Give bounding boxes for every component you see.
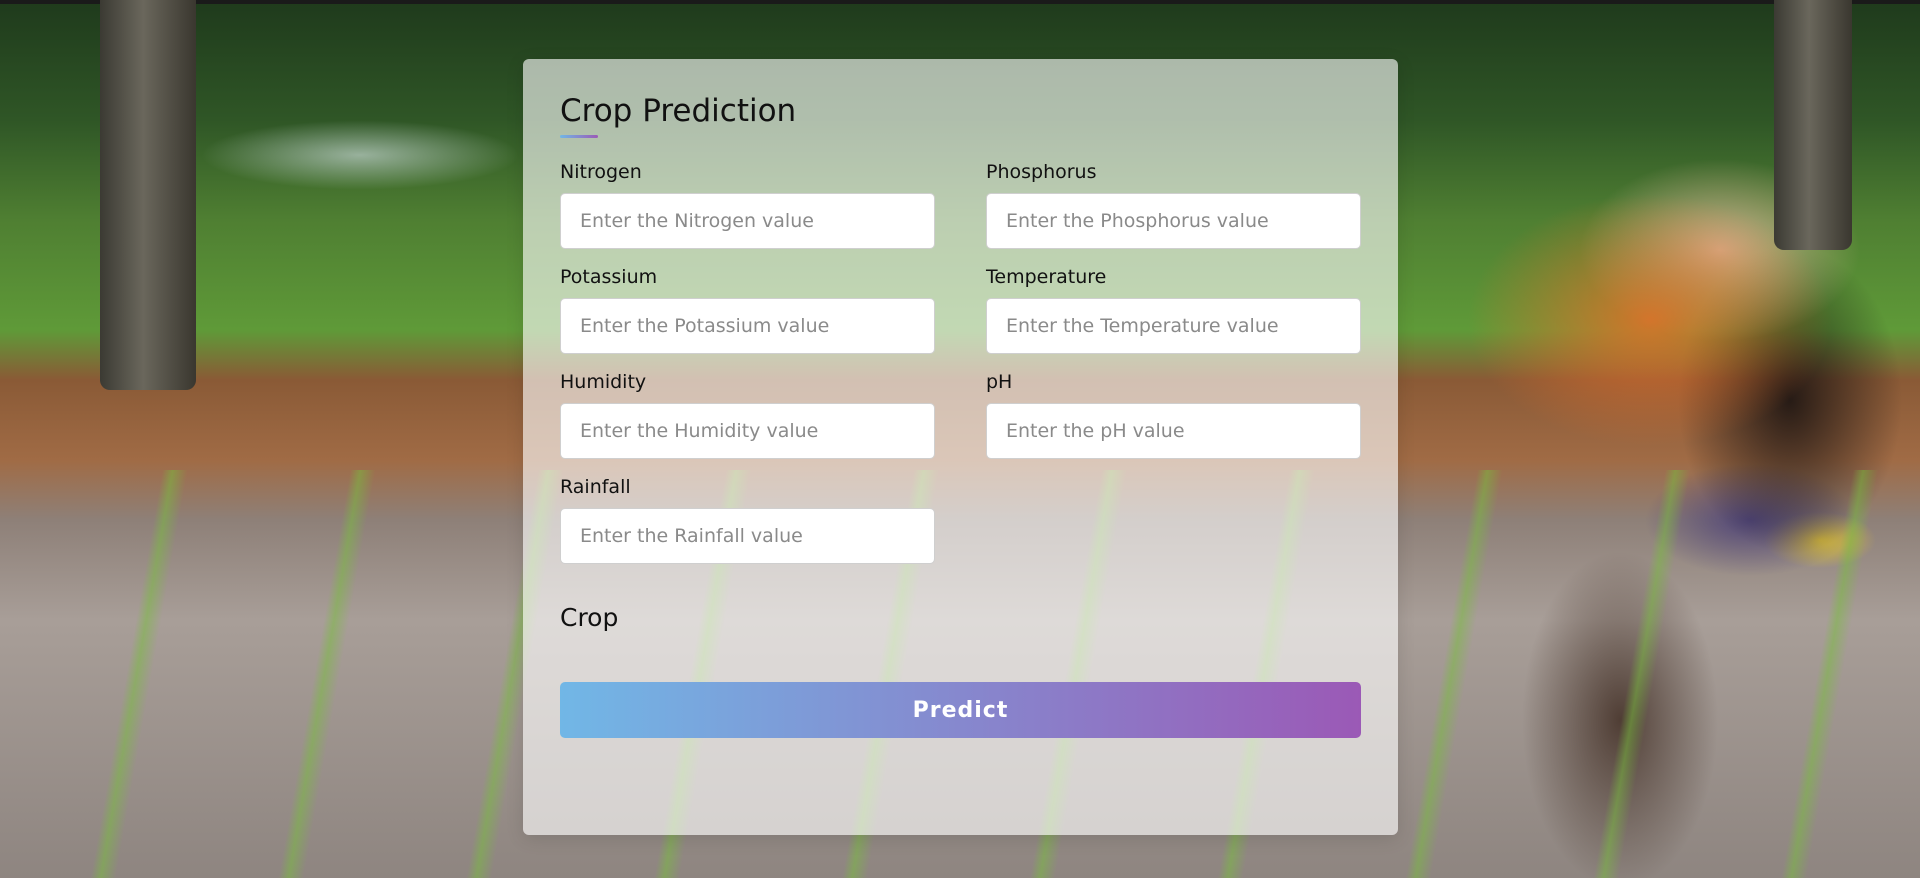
crop-prediction-card: Crop Prediction Nitrogen Phosphorus Pota… — [523, 59, 1398, 835]
nitrogen-label: Nitrogen — [560, 161, 642, 184]
background-tree-trunk-left — [100, 0, 196, 390]
temperature-label: Temperature — [986, 266, 1107, 289]
field-temperature: Temperature — [986, 266, 1361, 355]
field-ph: pH — [986, 371, 1361, 460]
ph-label: pH — [986, 371, 1013, 394]
background-tree-trunk-right — [1774, 0, 1852, 250]
temperature-input[interactable] — [986, 298, 1361, 355]
title-underline — [560, 135, 598, 139]
field-nitrogen: Nitrogen — [560, 161, 935, 250]
field-humidity: Humidity — [560, 371, 935, 460]
rainfall-label: Rainfall — [560, 476, 631, 499]
field-potassium: Potassium — [560, 266, 935, 355]
humidity-input[interactable] — [560, 403, 935, 460]
crop-result-label: Crop — [560, 603, 619, 633]
rainfall-input[interactable] — [560, 508, 935, 565]
predict-button[interactable]: Predict — [560, 682, 1361, 739]
background-sky-patch — [200, 120, 520, 190]
ph-input[interactable] — [986, 403, 1361, 460]
phosphorus-label: Phosphorus — [986, 161, 1097, 184]
potassium-input[interactable] — [560, 298, 935, 355]
page-title: Crop Prediction — [560, 93, 1361, 139]
crop-input-form: Nitrogen Phosphorus Potassium Temperatur… — [560, 161, 1361, 565]
page-title-text: Crop Prediction — [560, 93, 797, 129]
humidity-label: Humidity — [560, 371, 647, 394]
field-phosphorus: Phosphorus — [986, 161, 1361, 250]
potassium-label: Potassium — [560, 266, 658, 289]
phosphorus-input[interactable] — [986, 193, 1361, 250]
field-rainfall: Rainfall — [560, 476, 935, 565]
nitrogen-input[interactable] — [560, 193, 935, 250]
background-top-edge — [0, 0, 1920, 4]
